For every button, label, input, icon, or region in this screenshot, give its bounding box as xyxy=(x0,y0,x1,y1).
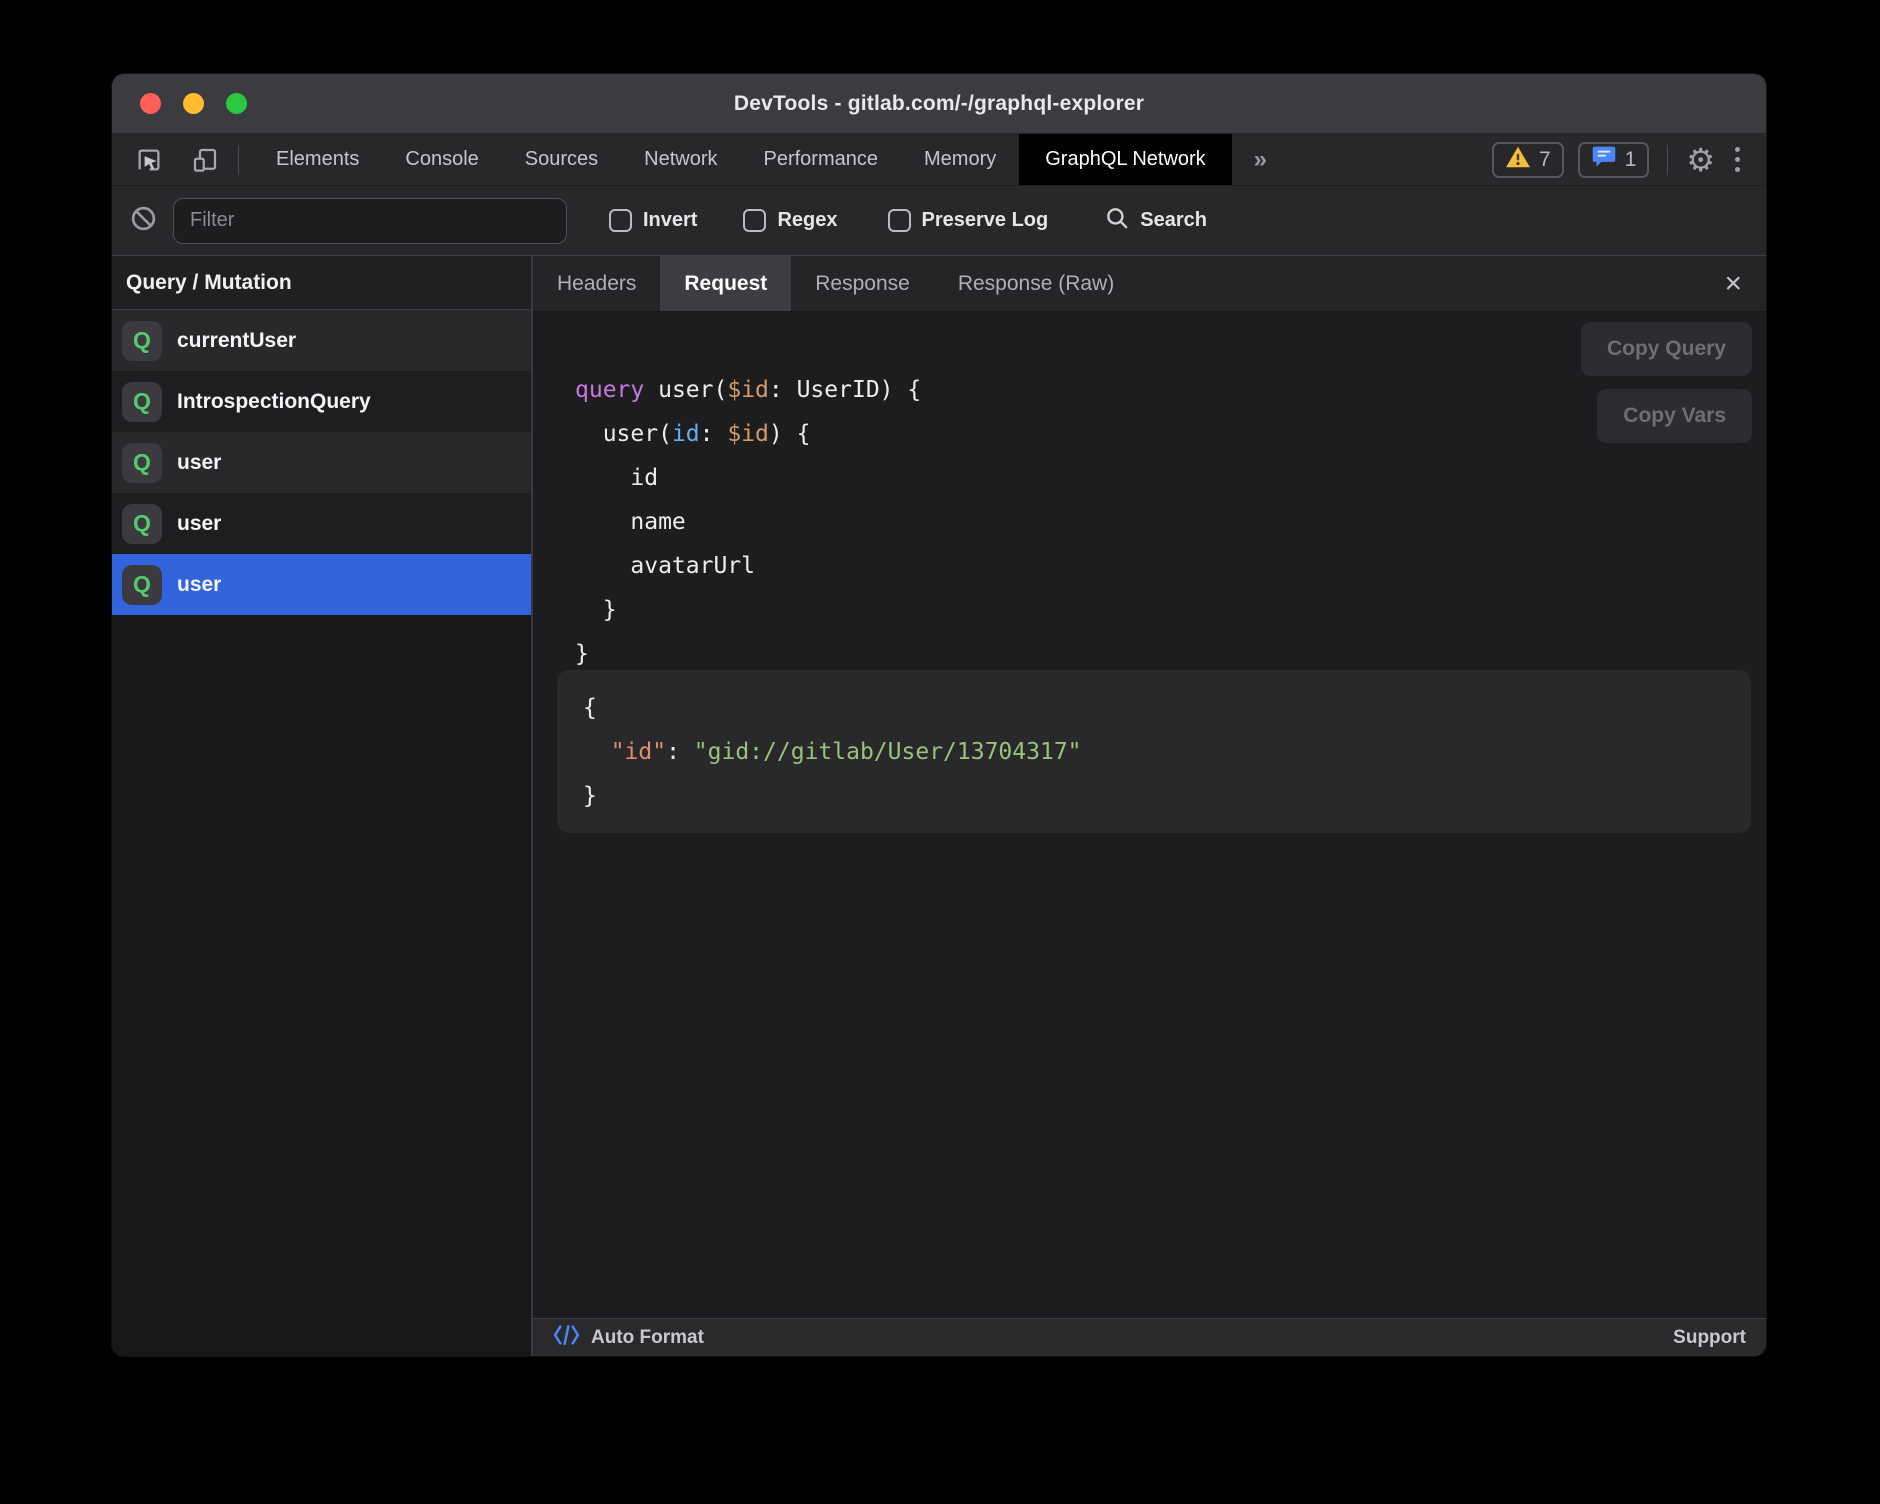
code-line: { xyxy=(583,686,1725,730)
regex-checkbox-group[interactable]: Regex xyxy=(743,209,837,232)
devtools-tab-console[interactable]: Console xyxy=(382,134,501,185)
detail-tab-response[interactable]: Response xyxy=(791,256,934,311)
query-name-label: user xyxy=(177,451,221,475)
code-line: name xyxy=(575,500,921,544)
query-list-header: Query / Mutation xyxy=(112,256,531,310)
query-list-item[interactable]: Quser xyxy=(112,554,531,615)
code-line: id xyxy=(575,456,921,500)
auto-format-button[interactable]: Auto Format xyxy=(553,1324,704,1351)
devtools-tab-sources[interactable]: Sources xyxy=(502,134,621,185)
query-name-label: currentUser xyxy=(177,329,296,353)
settings-gear-icon[interactable]: ⚙ xyxy=(1686,144,1715,176)
devtools-tab-elements[interactable]: Elements xyxy=(253,134,382,185)
clear-block-icon[interactable] xyxy=(130,205,157,237)
devtools-tab-memory[interactable]: Memory xyxy=(901,134,1019,185)
code-line: } xyxy=(583,774,1725,818)
preserve-log-checkbox[interactable] xyxy=(888,209,911,232)
support-link[interactable]: Support xyxy=(1673,1327,1746,1348)
query-name-label: IntrospectionQuery xyxy=(177,390,371,414)
query-type-badge: Q xyxy=(122,321,162,361)
detail-tab-headers[interactable]: Headers xyxy=(533,256,660,311)
issues-count: 1 xyxy=(1625,148,1637,172)
regex-checkbox[interactable] xyxy=(743,209,766,232)
title-bar: DevTools - gitlab.com/-/graphql-explorer xyxy=(112,74,1766,134)
preserve-log-label: Preserve Log xyxy=(922,209,1049,232)
code-brackets-icon xyxy=(553,1324,580,1351)
more-tabs-button[interactable]: » xyxy=(1232,134,1289,185)
query-type-badge: Q xyxy=(122,382,162,422)
invert-checkbox[interactable] xyxy=(609,209,632,232)
filter-bar: Invert Regex Preserve Log Search xyxy=(112,186,1766,256)
devtools-window: DevTools - gitlab.com/-/graphql-explorer… xyxy=(112,74,1766,1356)
close-panel-button[interactable]: × xyxy=(1718,256,1748,311)
copy-vars-button[interactable]: Copy Vars xyxy=(1597,389,1752,443)
devtools-tab-graphql-network[interactable]: GraphQL Network xyxy=(1019,134,1231,185)
request-detail-panel: HeadersRequestResponseResponse (Raw) × q… xyxy=(533,256,1766,1356)
code-line: avatarUrl xyxy=(575,544,921,588)
inspect-element-icon[interactable] xyxy=(134,145,164,175)
device-toolbar-icon[interactable] xyxy=(190,145,220,175)
search-icon xyxy=(1104,205,1130,236)
window-title: DevTools - gitlab.com/-/graphql-explorer xyxy=(734,92,1144,116)
chat-bubble-icon xyxy=(1591,144,1617,175)
query-name-label: user xyxy=(177,512,221,536)
preserve-log-checkbox-group[interactable]: Preserve Log xyxy=(888,209,1049,232)
issues-badge[interactable]: 1 xyxy=(1578,142,1650,178)
invert-checkbox-group[interactable]: Invert xyxy=(609,209,697,232)
minimize-window-button[interactable] xyxy=(183,93,204,114)
tabbar-divider xyxy=(238,145,239,175)
query-list-item[interactable]: Quser xyxy=(112,432,531,493)
detail-tab-response-raw-[interactable]: Response (Raw) xyxy=(934,256,1138,311)
code-line: user(id: $id) { xyxy=(575,412,921,456)
query-type-badge: Q xyxy=(122,565,162,605)
detail-tab-request[interactable]: Request xyxy=(660,256,791,311)
search-label: Search xyxy=(1140,209,1207,232)
invert-label: Invert xyxy=(643,209,697,232)
zoom-window-button[interactable] xyxy=(226,93,247,114)
auto-format-label: Auto Format xyxy=(591,1327,704,1349)
code-line: } xyxy=(575,588,921,632)
warning-triangle-icon xyxy=(1505,145,1531,175)
traffic-lights xyxy=(140,74,247,133)
query-type-badge: Q xyxy=(122,443,162,483)
copy-query-button[interactable]: Copy Query xyxy=(1581,322,1752,376)
detail-footer: Auto Format Support xyxy=(533,1318,1766,1356)
code-line: query user($id: UserID) { xyxy=(575,368,921,412)
detail-tab-bar: HeadersRequestResponseResponse (Raw) × xyxy=(533,256,1766,312)
controls-divider xyxy=(1667,145,1668,175)
more-options-kebab-icon[interactable] xyxy=(1729,147,1746,172)
search-control[interactable]: Search xyxy=(1104,205,1207,236)
devtools-tabs: ElementsConsoleSourcesNetworkPerformance… xyxy=(253,134,1232,185)
query-list: QcurrentUserQIntrospectionQueryQuserQuse… xyxy=(112,310,531,615)
warnings-count: 7 xyxy=(1539,148,1551,172)
query-variables-code: { "id": "gid://gitlab/User/13704317"} xyxy=(583,686,1725,818)
code-line: "id": "gid://gitlab/User/13704317" xyxy=(583,730,1725,774)
query-list-panel: Query / Mutation QcurrentUserQIntrospect… xyxy=(112,256,533,1356)
query-list-item[interactable]: QcurrentUser xyxy=(112,310,531,371)
query-variables-card: { "id": "gid://gitlab/User/13704317"} xyxy=(557,670,1751,833)
chevrons-right-icon: » xyxy=(1254,146,1267,174)
request-tab-content: query user($id: UserID) { user(id: $id) … xyxy=(533,312,1766,1318)
close-window-button[interactable] xyxy=(140,93,161,114)
warnings-badge[interactable]: 7 xyxy=(1492,142,1564,178)
devtools-tab-performance[interactable]: Performance xyxy=(741,134,902,185)
regex-label: Regex xyxy=(777,209,837,232)
devtools-tab-network[interactable]: Network xyxy=(621,134,740,185)
close-icon: × xyxy=(1724,267,1742,301)
graphql-query-code: query user($id: UserID) { user(id: $id) … xyxy=(575,368,921,676)
query-type-badge: Q xyxy=(122,504,162,544)
devtools-tab-bar: ElementsConsoleSourcesNetworkPerformance… xyxy=(112,134,1766,186)
query-list-item[interactable]: Quser xyxy=(112,493,531,554)
filter-input[interactable] xyxy=(173,198,567,244)
query-list-item[interactable]: Q IntrospectionQuery xyxy=(112,371,531,432)
query-name-label: user xyxy=(177,573,221,597)
